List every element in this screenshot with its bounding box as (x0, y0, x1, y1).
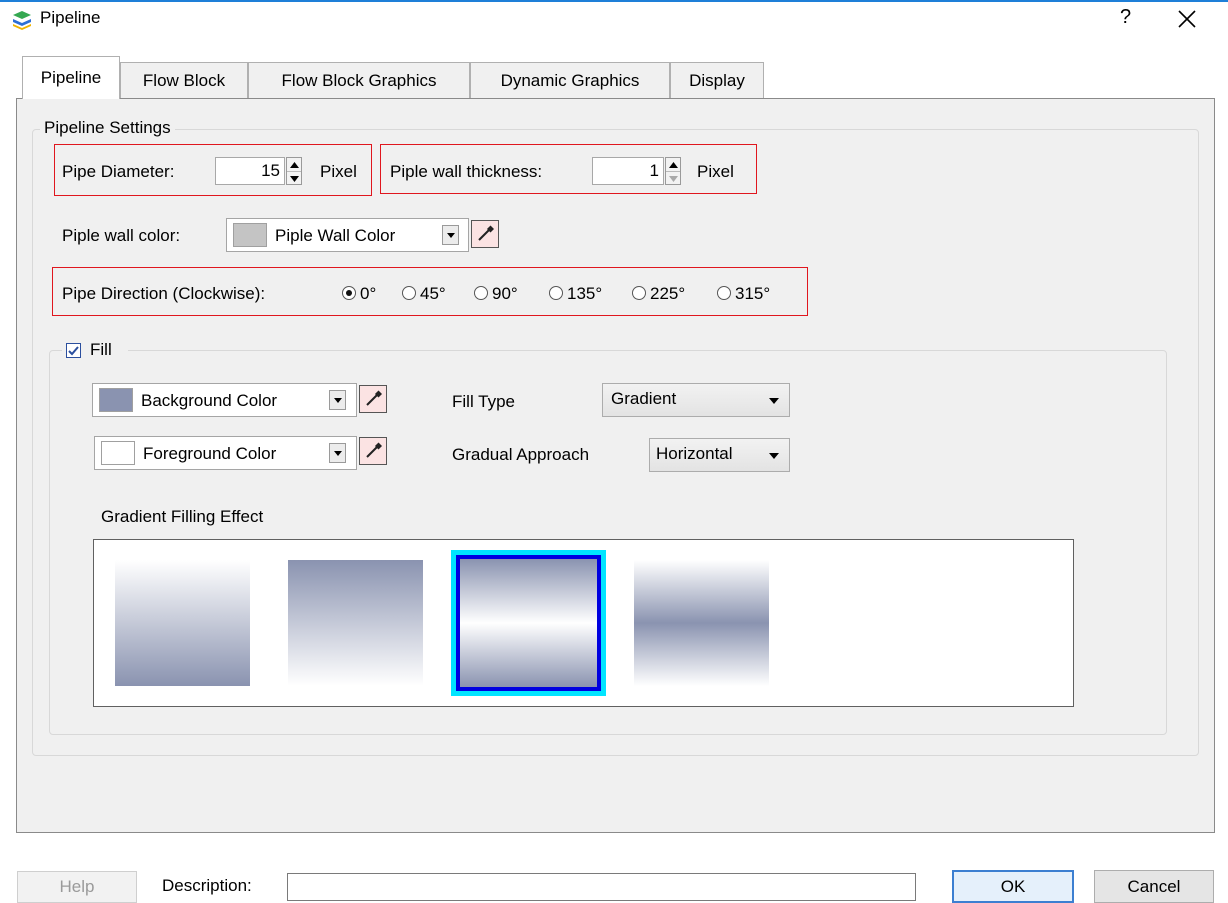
chevron-down-icon (769, 453, 779, 459)
tab-dynamic-graphics[interactable]: Dynamic Graphics (470, 62, 670, 98)
fill-checkbox[interactable] (66, 343, 81, 358)
foreground-color-combo[interactable]: Foreground Color (94, 436, 357, 470)
wall-thickness-input[interactable]: 1 (592, 157, 664, 185)
direction-option-225: 225° (650, 284, 686, 303)
gradient-effect-title: Gradient Filling Effect (101, 507, 264, 526)
tab-pipeline[interactable]: Pipeline (22, 56, 120, 99)
direction-option-90: 90° (492, 284, 518, 303)
help-question-button[interactable]: ? (1120, 6, 1131, 29)
chevron-down-icon (769, 398, 779, 404)
background-color-value: Background Color (141, 391, 278, 410)
spin-up-icon[interactable] (289, 161, 299, 168)
fill-type-label: Fill Type (452, 392, 515, 411)
gradual-approach-value: Horizontal (656, 444, 733, 463)
close-icon[interactable] (1176, 8, 1198, 30)
direction-radio-135[interactable] (549, 286, 563, 300)
pipeline-app-icon (13, 11, 31, 30)
eyedropper-icon[interactable] (471, 220, 499, 248)
direction-option-0: 0° (360, 284, 377, 303)
cancel-button[interactable]: Cancel (1094, 870, 1214, 903)
foreground-color-value: Foreground Color (143, 444, 277, 463)
pipe-diameter-unit: Pixel (320, 162, 357, 181)
pipe-diameter-spinner[interactable] (286, 157, 302, 185)
checkmark-icon (68, 345, 79, 355)
spin-down-icon[interactable] (289, 175, 299, 182)
wall-thickness-spinner[interactable] (665, 157, 681, 185)
chevron-down-icon[interactable] (329, 390, 346, 410)
direction-option-135: 135° (567, 284, 603, 303)
direction-radio-0[interactable] (342, 286, 356, 300)
gradual-approach-select[interactable]: Horizontal (649, 438, 790, 472)
eyedropper-icon[interactable] (359, 437, 387, 465)
gradient-option-bottom-to-top[interactable] (288, 560, 423, 686)
direction-option-45: 45° (420, 284, 446, 303)
spin-down-icon[interactable] (668, 175, 678, 182)
background-color-swatch (99, 388, 133, 412)
wall-thickness-label: Piple wall thickness: (390, 162, 543, 181)
pipe-direction-label: Pipe Direction (Clockwise): (62, 284, 266, 303)
gradual-approach-label: Gradual Approach (452, 445, 590, 464)
fill-type-select[interactable]: Gradient (602, 383, 790, 417)
tab-display[interactable]: Display (670, 62, 764, 98)
tab-flow-block[interactable]: Flow Block (120, 62, 248, 98)
direction-option-315: 315° (735, 284, 771, 303)
fill-label: Fill (90, 340, 112, 359)
wall-color-value: Piple Wall Color (275, 226, 396, 245)
description-label: Description: (162, 876, 252, 895)
chevron-down-icon[interactable] (329, 443, 346, 463)
gradient-option-center-dark[interactable] (634, 560, 769, 686)
pipeline-settings-title: Pipeline Settings (40, 118, 175, 138)
background-color-combo[interactable]: Background Color (92, 383, 357, 417)
direction-radio-225[interactable] (632, 286, 646, 300)
chevron-down-icon[interactable] (442, 225, 459, 245)
gradient-option-top-to-bottom[interactable] (115, 560, 250, 686)
eyedropper-icon[interactable] (359, 385, 387, 413)
pipe-diameter-label: Pipe Diameter: (62, 162, 175, 181)
gradient-option-center-light[interactable] (456, 555, 601, 691)
fill-type-value: Gradient (611, 389, 677, 408)
wall-color-swatch (233, 223, 267, 247)
spin-up-icon[interactable] (668, 161, 678, 168)
window-title: Pipeline (40, 8, 101, 27)
ok-button[interactable]: OK (952, 870, 1074, 903)
direction-radio-90[interactable] (474, 286, 488, 300)
direction-radio-45[interactable] (402, 286, 416, 300)
help-button[interactable]: Help (17, 871, 137, 903)
pipe-diameter-input[interactable]: 15 (215, 157, 285, 185)
tab-flow-block-graphics[interactable]: Flow Block Graphics (248, 62, 470, 98)
foreground-color-swatch (101, 441, 135, 465)
direction-radio-315[interactable] (717, 286, 731, 300)
wall-color-combo[interactable]: Piple Wall Color (226, 218, 469, 252)
window-top-border (0, 0, 1228, 2)
wall-color-label: Piple wall color: (62, 226, 181, 245)
wall-thickness-unit: Pixel (697, 162, 734, 181)
description-input[interactable] (287, 873, 916, 901)
